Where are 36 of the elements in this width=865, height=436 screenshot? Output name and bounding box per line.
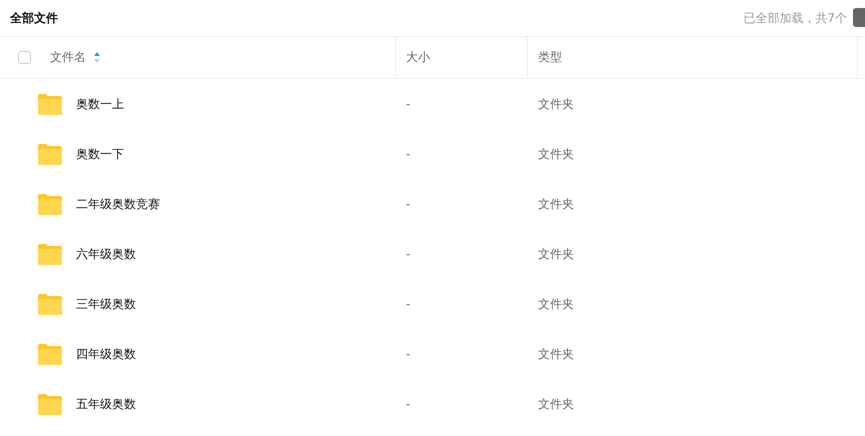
column-header[interactable]: 文件名 xyxy=(50,49,86,66)
file-size: - xyxy=(406,147,410,161)
file-name[interactable]: 奥数一下 xyxy=(76,146,124,162)
file-type: 文件夹 xyxy=(538,196,574,212)
folder-icon xyxy=(38,193,62,215)
folder-icon xyxy=(38,143,62,165)
file-name[interactable]: 奥数一上 xyxy=(76,96,124,112)
file-name[interactable]: 二年级奥数竞赛 xyxy=(76,196,160,212)
file-size: - xyxy=(406,197,410,211)
folder-icon xyxy=(38,243,62,265)
folder-icon xyxy=(38,393,62,415)
file-name[interactable]: 三年级奥数 xyxy=(76,296,136,312)
column-header[interactable]: 类型 xyxy=(538,49,562,66)
sort-icon[interactable] xyxy=(94,52,100,63)
scrollbar-thumb[interactable] xyxy=(853,8,865,27)
file-size: - xyxy=(406,297,410,311)
file-name[interactable]: 六年级奥数 xyxy=(76,246,136,262)
folder-icon xyxy=(38,293,62,315)
file-type: 文件夹 xyxy=(538,246,574,262)
select-all-checkbox[interactable] xyxy=(18,51,31,64)
file-type: 文件夹 xyxy=(538,346,574,362)
file-name[interactable]: 四年级奥数 xyxy=(76,346,136,362)
file-type: 文件夹 xyxy=(538,396,574,412)
file-type: 文件夹 xyxy=(538,96,574,112)
status-text: 已全部加载，共7个 xyxy=(743,10,847,26)
file-name[interactable]: 五年级奥数 xyxy=(76,396,136,412)
folder-icon xyxy=(38,93,62,115)
file-size: - xyxy=(406,97,410,111)
page-title: 全部文件 xyxy=(10,10,58,26)
file-size: - xyxy=(406,347,410,361)
file-size: - xyxy=(406,247,410,261)
folder-icon xyxy=(38,343,62,365)
column-header[interactable]: 大小 xyxy=(406,49,430,66)
file-type: 文件夹 xyxy=(538,146,574,162)
file-size: - xyxy=(406,397,410,411)
file-type: 文件夹 xyxy=(538,296,574,312)
